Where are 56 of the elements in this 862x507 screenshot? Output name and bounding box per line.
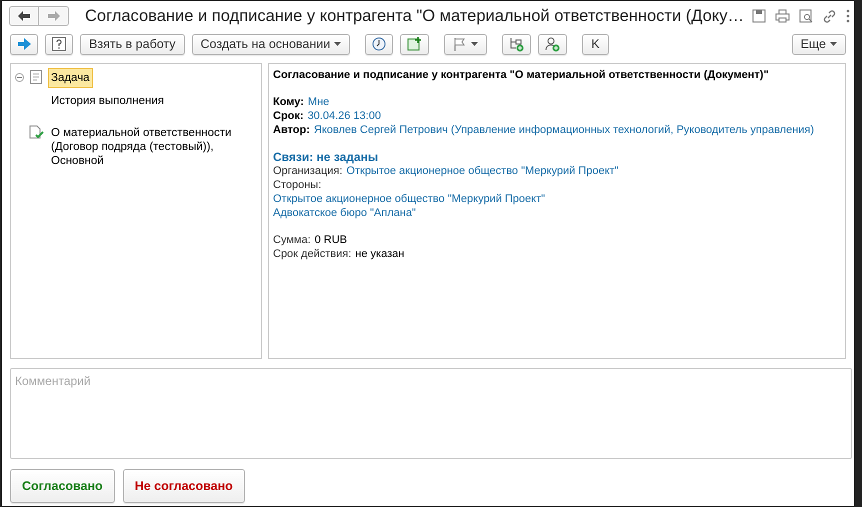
action-button[interactable]: Согласовано	[10, 469, 115, 503]
arrow-right-icon	[17, 38, 31, 50]
collapse-icon[interactable]	[15, 73, 24, 82]
field-link[interactable]: Яковлев Сергей Петрович (Управление информационных технологий, Руководитель управления)	[314, 123, 814, 137]
field-label: Кому:	[273, 95, 304, 109]
toolbar-button[interactable]	[502, 34, 532, 54]
field-label: Срок:	[273, 109, 304, 123]
action-button[interactable]: Не согласовано	[122, 469, 245, 503]
print-icon[interactable]	[774, 9, 790, 23]
field-label: Срок действия:	[273, 247, 352, 261]
party-link[interactable]: Открытое акционерное общество "Меркурий Проект"	[273, 192, 546, 206]
caret-icon	[471, 42, 478, 46]
toolbar-button[interactable]	[45, 34, 73, 54]
document-icon	[30, 70, 42, 84]
toolbar-button[interactable]: K	[582, 34, 609, 54]
tree-item[interactable]: О материальной ответственности (Договор подряда (тестовый)), Основной	[48, 123, 248, 171]
field-value: не указан	[355, 247, 404, 261]
flag-icon	[453, 37, 468, 51]
field-label: Сумма:	[273, 233, 311, 247]
field-label: Автор:	[273, 123, 310, 137]
more-icon[interactable]	[846, 9, 850, 23]
tree-item[interactable]: Задача	[48, 68, 93, 88]
caret-icon	[830, 42, 837, 46]
toolbar-button[interactable]	[400, 34, 430, 54]
field-link[interactable]: Открытое акционерное общество "Меркурий Проект"	[346, 164, 618, 178]
field-label: Организация:	[273, 164, 342, 178]
tree-add-icon	[509, 36, 524, 52]
field-value: 0 RUB	[314, 233, 348, 247]
field-link[interactable]: Мне	[308, 95, 330, 109]
document-check-icon	[28, 125, 44, 140]
field-link[interactable]: 30.04.26 13:00	[308, 109, 381, 123]
dropdown-button[interactable]: Создать на основании	[192, 34, 350, 54]
link-icon[interactable]	[822, 8, 837, 24]
add-sheet-icon	[407, 37, 422, 51]
party-link[interactable]: Адвокатское бюро "Аплана"	[273, 206, 416, 220]
preview-icon[interactable]	[798, 9, 813, 23]
back-arrow-icon	[18, 11, 30, 21]
user-add-icon	[545, 36, 560, 52]
comment-field[interactable]: Комментарий	[10, 368, 852, 459]
section-title: Связи: не заданы	[273, 150, 378, 164]
tree-item[interactable]: История выполнения	[48, 91, 167, 111]
help-icon	[52, 37, 66, 51]
details-heading: Согласование и подписание у контрагента "О материальной ответственности (Документ)"	[273, 68, 770, 82]
toolbar-button[interactable]	[365, 34, 394, 54]
field-label: Стороны:	[273, 178, 322, 192]
save-icon[interactable]	[752, 9, 766, 23]
toolbar-button[interactable]	[538, 34, 568, 54]
forward-arrow-icon	[48, 11, 60, 21]
clock-icon	[372, 37, 386, 51]
toolbar-button[interactable]	[10, 34, 38, 54]
caret-icon	[334, 42, 342, 46]
toolbar-button[interactable]: Взять в работу	[80, 34, 185, 54]
toolbar-menu-button[interactable]	[444, 34, 488, 54]
back-button[interactable]	[9, 6, 39, 26]
more-button[interactable]: Еще	[792, 34, 846, 54]
window-title: Согласование и подписание у контрагента "О материальной ответственности (Доку…	[85, 6, 744, 27]
